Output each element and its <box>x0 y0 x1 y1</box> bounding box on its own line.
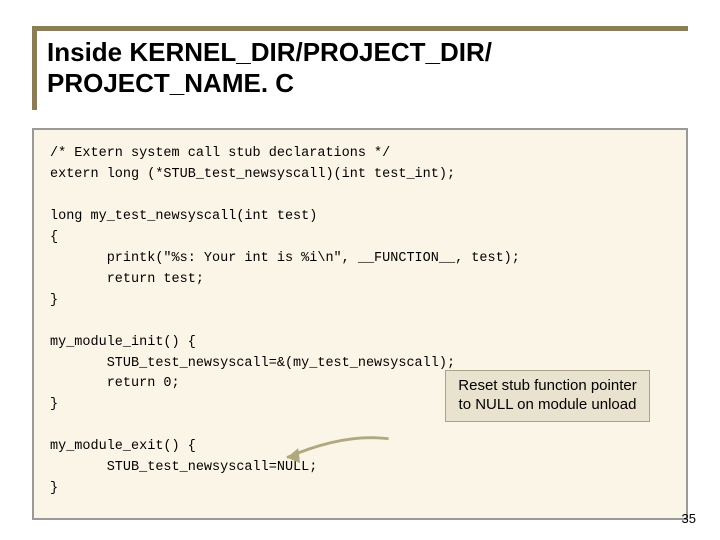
callout-text: Reset stub function pointer to NULL on m… <box>458 377 636 413</box>
page-number: 35 <box>682 511 696 526</box>
title-line-2: PROJECT_NAME. C <box>47 68 294 98</box>
title-container: Inside KERNEL_DIR/PROJECT_DIR/ PROJECT_N… <box>32 26 688 110</box>
arrow-icon <box>275 435 393 467</box>
callout-box: Reset stub function pointer to NULL on m… <box>445 370 650 422</box>
title-line-1: Inside KERNEL_DIR/PROJECT_DIR/ <box>47 37 492 67</box>
slide: Inside KERNEL_DIR/PROJECT_DIR/ PROJECT_N… <box>0 0 720 540</box>
slide-title: Inside KERNEL_DIR/PROJECT_DIR/ PROJECT_N… <box>47 37 680 98</box>
